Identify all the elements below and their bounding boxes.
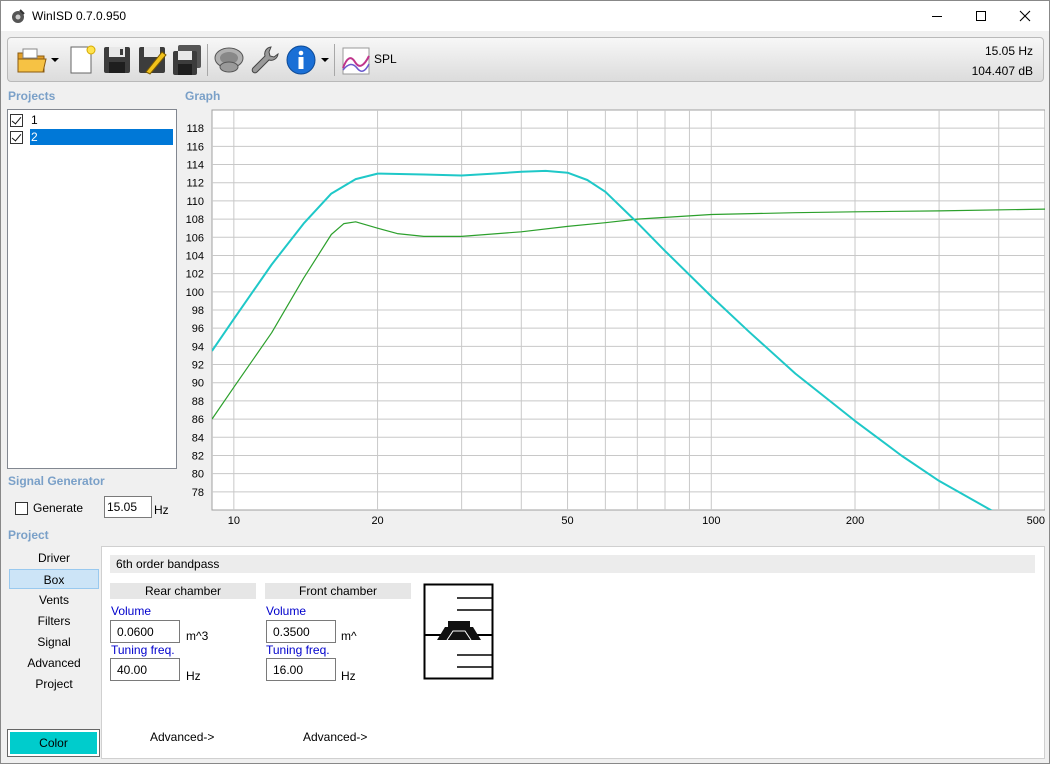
x-tick-label: 500 (1027, 515, 1045, 524)
box-type-label[interactable]: 6th order bandpass (110, 555, 1035, 573)
bandpass-box-diagram (423, 583, 494, 680)
front-advanced-link[interactable]: Advanced-> (303, 730, 367, 744)
nav-project[interactable]: Project (9, 674, 99, 694)
y-tick-label: 78 (192, 487, 204, 499)
rear-tuning-input[interactable] (110, 658, 180, 681)
x-tick-label: 50 (561, 515, 573, 524)
maximize-button[interactable] (958, 1, 1004, 31)
x-tick-label: 200 (846, 515, 864, 524)
x-tick-label: 20 (371, 515, 383, 524)
nav-box[interactable]: Box (9, 569, 99, 589)
rear-volume-label: Volume (111, 604, 152, 618)
rear-tuning-label: Tuning freq. (111, 643, 175, 657)
signal-generator-heading: Signal Generator (8, 474, 105, 488)
spl-graph[interactable]: 78 80 82 84 86 88 90 92 94 96 98 100 102 104 106 108 110… (179, 104, 1045, 524)
y-tick-label: 112 (186, 178, 204, 190)
front-chamber-header: Front chamber (265, 583, 411, 599)
save-all-icon[interactable] (171, 44, 203, 76)
x-tick-label: 10 (228, 515, 240, 524)
generator-frequency-unit: Hz (154, 503, 169, 517)
close-icon (1019, 10, 1031, 22)
rear-advanced-link[interactable]: Advanced-> (150, 730, 214, 744)
toolbar: SPL 15.05 Hz 104.407 dB (7, 37, 1044, 82)
generator-frequency-input[interactable] (104, 496, 152, 518)
project-checkbox[interactable] (10, 113, 23, 127)
open-dropdown-icon[interactable] (51, 56, 59, 64)
rear-volume-unit: m^3 (186, 629, 209, 643)
front-tuning-input[interactable] (266, 658, 336, 681)
generate-checkbox-row[interactable]: Generate (15, 501, 83, 515)
rear-volume-input[interactable] (110, 620, 180, 643)
toolbar-separator (207, 44, 208, 76)
open-folder-icon[interactable] (16, 44, 48, 76)
cursor-level-readout: 104.407 dB (971, 64, 1033, 78)
box-panel: 6th order bandpass Rear chamber Volume m… (101, 546, 1045, 759)
toolbar-separator (334, 44, 335, 76)
nav-advanced[interactable]: Advanced (9, 653, 99, 673)
y-tick-label: 98 (192, 305, 204, 317)
project-label: 1 (31, 113, 38, 127)
nav-signal[interactable]: Signal (9, 632, 99, 652)
wrench-icon[interactable] (249, 44, 281, 76)
front-tuning-unit: Hz (341, 669, 356, 683)
nav-filters[interactable]: Filters (9, 611, 99, 631)
y-tick-label: 86 (192, 414, 204, 426)
y-tick-label: 90 (192, 378, 204, 390)
front-tuning-label: Tuning freq. (266, 643, 330, 657)
close-button[interactable] (1002, 1, 1048, 31)
title-bar: WinISD 0.7.0.950 (1, 1, 1049, 31)
app-window: WinISD 0.7.0.950 SPL 15.05 Hz 104.407 dB… (0, 0, 1050, 764)
front-volume-input[interactable] (266, 620, 336, 643)
y-tick-label: 94 (192, 341, 204, 353)
minimize-button[interactable] (914, 1, 960, 31)
y-tick-label: 110 (186, 196, 204, 208)
y-tick-label: 100 (186, 287, 204, 299)
front-volume-unit: m^ (341, 629, 357, 643)
window-title: WinISD 0.7.0.950 (32, 9, 127, 23)
y-tick-label: 82 (192, 450, 204, 462)
front-volume-label: Volume (266, 604, 307, 618)
project-label: 2 (30, 129, 173, 145)
y-tick-label: 80 (192, 469, 204, 481)
graph-heading: Graph (185, 89, 221, 103)
cursor-frequency-readout: 15.05 Hz (984, 44, 1033, 58)
save-as-icon[interactable] (136, 44, 168, 76)
project-heading: Project (8, 528, 49, 542)
y-tick-label: 114 (186, 160, 204, 172)
y-tick-label: 84 (192, 432, 204, 444)
projects-heading: Projects (8, 89, 56, 103)
driver-icon[interactable] (213, 44, 245, 76)
rear-tuning-unit: Hz (186, 669, 201, 683)
maximize-icon (976, 11, 986, 21)
spl-graph-label[interactable]: SPL (374, 52, 397, 66)
y-tick-label: 92 (192, 360, 204, 372)
y-tick-label: 108 (186, 214, 204, 226)
color-button[interactable]: Color (7, 729, 100, 757)
rear-chamber-header: Rear chamber (110, 583, 256, 599)
info-icon[interactable] (285, 44, 317, 76)
nav-driver[interactable]: Driver (9, 548, 99, 568)
y-tick-label: 102 (186, 269, 204, 281)
project-item[interactable]: 2 (10, 129, 175, 145)
y-tick-label: 106 (186, 232, 204, 244)
app-icon (12, 9, 25, 23)
project-item[interactable]: 1 (10, 112, 175, 128)
project-checkbox[interactable] (10, 130, 23, 144)
y-tick-label: 104 (186, 250, 204, 262)
y-tick-label: 88 (192, 396, 204, 408)
x-tick-label: 100 (702, 515, 720, 524)
nav-vents[interactable]: Vents (9, 590, 99, 610)
y-tick-label: 116 (186, 141, 204, 153)
generate-checkbox[interactable] (15, 501, 28, 515)
generate-label: Generate (33, 501, 84, 515)
y-tick-label: 96 (192, 323, 204, 335)
minimize-icon (932, 16, 942, 17)
new-document-icon[interactable] (66, 44, 98, 76)
spl-graph-icon[interactable] (341, 46, 371, 76)
y-tick-label: 118 (186, 123, 204, 135)
projects-list[interactable]: 1 2 (7, 109, 177, 469)
save-icon[interactable] (101, 44, 133, 76)
info-dropdown-icon[interactable] (321, 56, 329, 64)
